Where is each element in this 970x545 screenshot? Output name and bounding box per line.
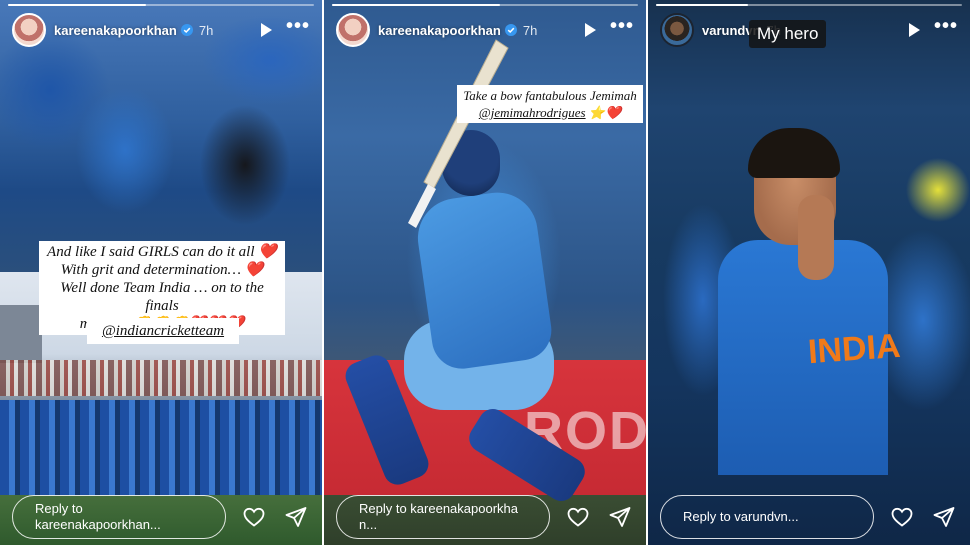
caption-line: Take a bow fantabulous Jemimah <box>463 88 637 103</box>
heart-outline-icon[interactable] <box>240 503 268 531</box>
story-footer: Reply to varundvn... <box>660 495 958 539</box>
more-options-icon[interactable]: ••• <box>286 16 310 39</box>
caption-line: Well done Team India … on to the finals <box>60 280 264 314</box>
username[interactable]: kareenakapoorkhan <box>378 23 501 38</box>
story-header: kareenakapoorkhan 7h ••• <box>336 12 634 48</box>
send-paper-plane-icon[interactable] <box>282 503 310 531</box>
heart-outline-icon[interactable] <box>564 503 592 531</box>
story-progress-bar <box>656 4 962 6</box>
story-progress-bar <box>8 4 314 6</box>
caption-line: With grit and determination… ❤️ <box>60 262 264 278</box>
building-image <box>0 305 42 363</box>
mention-sticker[interactable]: @indiancricketteam <box>87 318 239 344</box>
story-panel-1[interactable]: kareenakapoorkhan 7h ••• And like I said… <box>0 0 322 545</box>
avatar[interactable] <box>12 13 46 47</box>
send-paper-plane-icon[interactable] <box>606 503 634 531</box>
story-text-label: My hero <box>749 20 827 48</box>
story-progress-fill <box>656 4 748 6</box>
folded-hands-image <box>798 195 834 280</box>
play-icon[interactable] <box>584 23 596 37</box>
mention-link[interactable]: @jemimahrodrigues <box>479 105 586 120</box>
play-icon[interactable] <box>908 23 920 37</box>
verified-badge-icon <box>180 24 193 36</box>
story-header: kareenakapoorkhan 7h ••• <box>12 12 310 48</box>
reply-input[interactable]: Reply to varundvn... <box>660 495 874 539</box>
play-icon[interactable] <box>260 23 272 37</box>
story-panel-2[interactable]: RODAI kareenakapoorkhan 7h ••• Take a bo… <box>324 0 646 545</box>
story-progress-bar <box>332 4 638 6</box>
story-time: 7h <box>522 22 538 38</box>
verified-badge-icon <box>504 24 517 36</box>
story-caption: Take a bow fantabulous Jemimah @jemimahr… <box>457 85 643 123</box>
reply-input[interactable]: Reply to kareenakapoorkhan... <box>336 495 550 539</box>
avatar[interactable] <box>660 13 694 47</box>
username[interactable]: kareenakapoorkhan <box>54 23 177 38</box>
story-footer: Reply to kareenakapoorkhan... <box>12 495 310 539</box>
story-panel-3[interactable]: INDIA varundvn 7h ••• My hero Reply to v… <box>648 0 970 545</box>
caption-line: @jemimahrodrigues ⭐❤️ <box>462 104 638 121</box>
reply-input[interactable]: Reply to kareenakapoorkhan... <box>12 495 226 539</box>
caption-emoji: ⭐❤️ <box>588 105 622 120</box>
more-options-icon[interactable]: ••• <box>610 16 634 39</box>
heart-outline-icon[interactable] <box>888 503 916 531</box>
cricket-bat-image <box>408 39 509 228</box>
jersey-text: INDIA <box>806 326 902 372</box>
team-group-image <box>0 400 322 495</box>
send-paper-plane-icon[interactable] <box>930 503 958 531</box>
story-footer: Reply to kareenakapoorkhan... <box>336 495 634 539</box>
story-progress-fill <box>8 4 146 6</box>
more-options-icon[interactable]: ••• <box>934 16 958 39</box>
story-progress-fill <box>332 4 501 6</box>
story-time: 7h <box>198 22 214 38</box>
caption-line: And like I said GIRLS can do it all ❤️ <box>47 244 277 260</box>
stadium-stand-image <box>0 360 322 396</box>
avatar[interactable] <box>336 13 370 47</box>
